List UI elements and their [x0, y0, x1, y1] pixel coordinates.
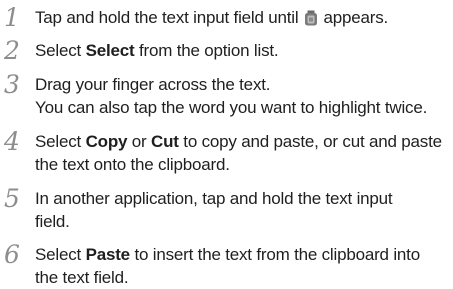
select-label: Select [85, 41, 135, 60]
copy-label: Copy [85, 132, 128, 151]
paste-label: Paste [85, 245, 131, 264]
step-text: In another application, tap and hold the… [35, 189, 393, 231]
step-text: Select Copy or Cut to copy and paste, or… [35, 132, 442, 174]
instruction-steps: 1 Tap and hold the text input field unti… [0, 0, 453, 288]
step-text: Select Paste to insert the text from the… [35, 245, 420, 287]
step-number: 1 [4, 3, 20, 32]
step-text: Drag your finger across the text. You ca… [35, 75, 428, 117]
step-number: 3 [4, 70, 20, 99]
text-selection-handle-icon [304, 9, 318, 26]
step-number: 2 [4, 36, 20, 65]
step-number: 4 [4, 127, 20, 156]
step-text: Select Select from the option list. [35, 41, 279, 60]
step-number: 6 [4, 240, 20, 269]
step-text: Tap and hold the text input field until … [35, 8, 389, 27]
step-number: 5 [4, 184, 20, 213]
cut-label: Cut [151, 132, 179, 151]
